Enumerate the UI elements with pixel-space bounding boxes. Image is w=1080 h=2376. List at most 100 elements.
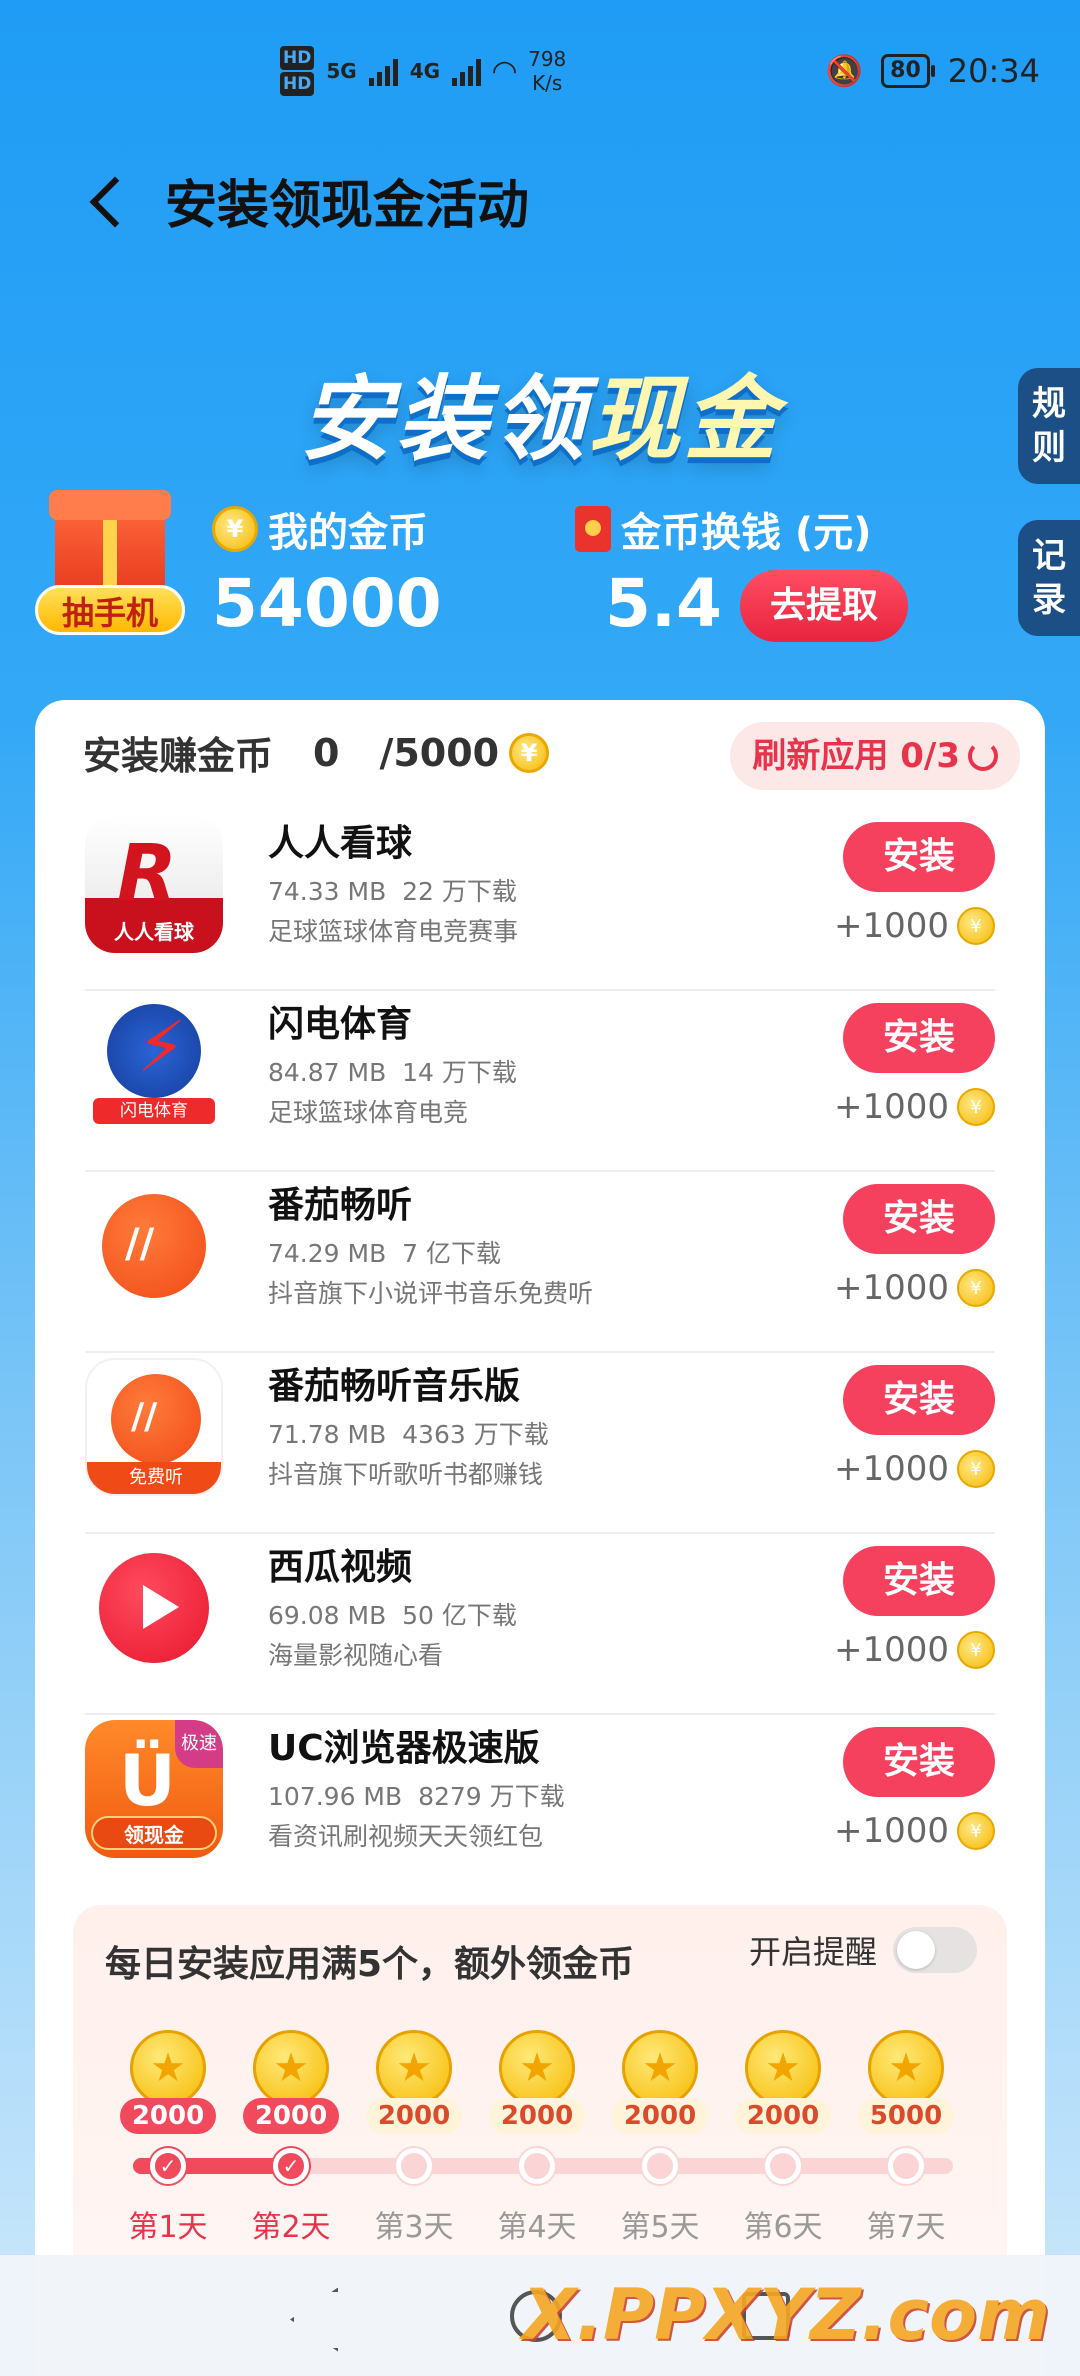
lottery-gift-button[interactable]: 抽手机 xyxy=(35,480,185,640)
app-meta: 74.29 MB 7 亿下载 xyxy=(268,1239,502,1268)
remind-setting: 开启提醒 xyxy=(749,1927,977,1973)
app-meta: 107.96 MB 8279 万下载 xyxy=(268,1782,565,1811)
app-reward: +1000 ¥ xyxy=(834,906,995,946)
star-coin-icon xyxy=(745,2030,821,2106)
app-row: //免费听 番茄畅听音乐版 71.78 MB 4363 万下载 抖音旗下听歌听书… xyxy=(85,1353,995,1534)
app-row: // 番茄畅听 74.29 MB 7 亿下载 抖音旗下小说评书音乐免费听 安装 … xyxy=(85,1172,995,1353)
app-reward: +1000 ¥ xyxy=(834,1087,995,1127)
day-step: 2000 第6天 xyxy=(728,2030,838,2246)
coin-icon: ¥ xyxy=(212,506,258,552)
app-name: 闪电体育 xyxy=(268,1004,413,1045)
coin-icon: ¥ xyxy=(957,1088,995,1126)
app-meta: 71.78 MB 4363 万下载 xyxy=(268,1420,549,1449)
refresh-icon xyxy=(968,741,998,771)
battery-icon: 80 xyxy=(881,54,935,88)
coin-icon: ¥ xyxy=(957,1450,995,1488)
day-step: 2000 ✓ 第2天 xyxy=(236,2030,346,2246)
app-reward: +1000 ¥ xyxy=(834,1811,995,1851)
app-reward: +1000 ¥ xyxy=(834,1449,995,1489)
withdraw-button[interactable]: 去提取 xyxy=(740,570,908,642)
status-bar: HD HD 5G 4G ◠ 798 K/s 🔕 80 20:34 xyxy=(0,0,1080,140)
page-title: 安装领现金活动 xyxy=(165,175,530,236)
star-coin-icon xyxy=(622,2030,698,2106)
install-button[interactable]: 安装 xyxy=(843,1727,995,1797)
header: 安装领现金活动 xyxy=(0,150,1080,250)
wifi-icon: ◠ xyxy=(493,53,517,89)
day-step: 2000 第3天 xyxy=(359,2030,469,2246)
uc-browser-app-icon: Ü 极速 领现金 xyxy=(85,1720,223,1858)
nav-back-icon[interactable] xyxy=(290,2288,330,2344)
xigua-video-app-icon xyxy=(85,1539,223,1677)
app-name: 西瓜视频 xyxy=(268,1547,413,1588)
app-reward: +1000 ¥ xyxy=(834,1630,995,1670)
app-row: R 人人看球 人人看球 74.33 MB 22 万下载 足球篮球体育电竞赛事 安装… xyxy=(85,810,995,991)
app-meta: 74.33 MB 22 万下载 xyxy=(268,877,517,906)
coin-icon: ¥ xyxy=(957,1269,995,1307)
red-packet-icon xyxy=(575,506,611,552)
back-icon[interactable] xyxy=(75,160,155,240)
star-coin-icon xyxy=(130,2030,206,2106)
app-row: Ü 极速 领现金 UC浏览器极速版 107.96 MB 8279 万下载 看资讯刷视… xyxy=(85,1715,995,1896)
watermark: X.PPXYZ.com xyxy=(522,2274,1050,2356)
app-desc: 足球篮球体育电竞 xyxy=(268,1098,469,1127)
star-coin-icon xyxy=(376,2030,452,2106)
remind-toggle[interactable] xyxy=(893,1927,977,1973)
check-icon: ✓ xyxy=(150,2148,186,2184)
app-name: UC浏览器极速版 xyxy=(268,1728,540,1769)
coin-icon: ¥ xyxy=(957,1812,995,1850)
check-icon: ✓ xyxy=(273,2148,309,2184)
star-coin-icon xyxy=(868,2030,944,2106)
app-name: 人人看球 xyxy=(268,823,413,864)
records-tab[interactable]: 记录 xyxy=(1018,520,1080,636)
network-speed: 798 K/s xyxy=(528,47,567,95)
install-button[interactable]: 安装 xyxy=(843,1365,995,1435)
signal-icon-2 xyxy=(452,56,482,86)
shandian-tiyu-app-icon: ⚡ 闪电体育 xyxy=(85,996,223,1134)
banner-title: 安装领现金 xyxy=(299,366,781,473)
star-coin-icon xyxy=(253,2030,329,2106)
install-button[interactable]: 安装 xyxy=(843,1546,995,1616)
app-reward: +1000 ¥ xyxy=(834,1268,995,1308)
gift-label: 抽手机 xyxy=(35,585,185,635)
my-coins-value: 54000 xyxy=(212,565,442,642)
status-left: HD HD 5G 4G ◠ 798 K/s xyxy=(280,45,566,97)
status-right: 🔕 80 20:34 xyxy=(826,52,1040,90)
day-step: 2000 ✓ 第1天 xyxy=(113,2030,223,2246)
fanqie-changting-app-icon: // xyxy=(85,1177,223,1315)
install-button[interactable]: 安装 xyxy=(843,1003,995,1073)
daily-title: 每日安装应用满5个，额外领金币 xyxy=(105,1944,635,1985)
app-desc: 足球篮球体育电竞赛事 xyxy=(268,917,519,946)
task-total: /5000 xyxy=(379,730,500,775)
clock: 20:34 xyxy=(947,52,1040,90)
rules-tab[interactable]: 规则 xyxy=(1018,368,1080,484)
signal-icon xyxy=(368,56,398,86)
task-title: 安装赚金币 xyxy=(83,734,274,778)
network-5g: 5G xyxy=(326,59,357,83)
task-current: 0 xyxy=(313,730,340,775)
app-row: 西瓜视频 69.08 MB 50 亿下载 海量影视随心看 安装 +1000 ¥ xyxy=(85,1534,995,1715)
install-button[interactable]: 安装 xyxy=(843,822,995,892)
hd-icon: HD HD xyxy=(280,45,315,97)
exchange-label: 金币换钱 (元) xyxy=(575,500,872,558)
app-meta: 84.87 MB 14 万下载 xyxy=(268,1058,517,1087)
install-button[interactable]: 安装 xyxy=(843,1184,995,1254)
renren-kanqiu-app-icon: R 人人看球 xyxy=(85,815,223,953)
app-desc: 抖音旗下听歌听书都赚钱 xyxy=(268,1460,544,1489)
day-step: 2000 第5天 xyxy=(605,2030,715,2246)
app-name: 番茄畅听 xyxy=(268,1185,413,1226)
refresh-apps-button[interactable]: 刷新应用 0/3 xyxy=(730,722,1020,790)
app-name: 番茄畅听音乐版 xyxy=(268,1366,521,1407)
mute-bell-icon: 🔕 xyxy=(825,53,864,89)
my-coins-label: ¥ 我的金币 xyxy=(212,500,428,558)
fanqie-music-app-icon: //免费听 xyxy=(85,1358,223,1496)
app-desc: 抖音旗下小说评书音乐免费听 xyxy=(268,1279,594,1308)
day-step: 2000 第4天 xyxy=(482,2030,592,2246)
app-list: R 人人看球 人人看球 74.33 MB 22 万下载 足球篮球体育电竞赛事 安装… xyxy=(85,810,995,1896)
install-task-card: 安装赚金币 0 /5000 ¥ 刷新应用 0/3 R 人人看球 人人看球 74.3… xyxy=(35,700,1045,2376)
app-row: ⚡ 闪电体育 闪电体育 84.87 MB 14 万下载 足球篮球体育电竞 安装 +… xyxy=(85,991,995,1172)
network-4g: 4G xyxy=(409,59,441,83)
coin-icon: ¥ xyxy=(509,732,550,773)
app-meta: 69.08 MB 50 亿下载 xyxy=(268,1601,517,1630)
coin-icon: ¥ xyxy=(957,907,995,945)
app-desc: 看资讯刷视频天天领红包 xyxy=(268,1822,544,1851)
